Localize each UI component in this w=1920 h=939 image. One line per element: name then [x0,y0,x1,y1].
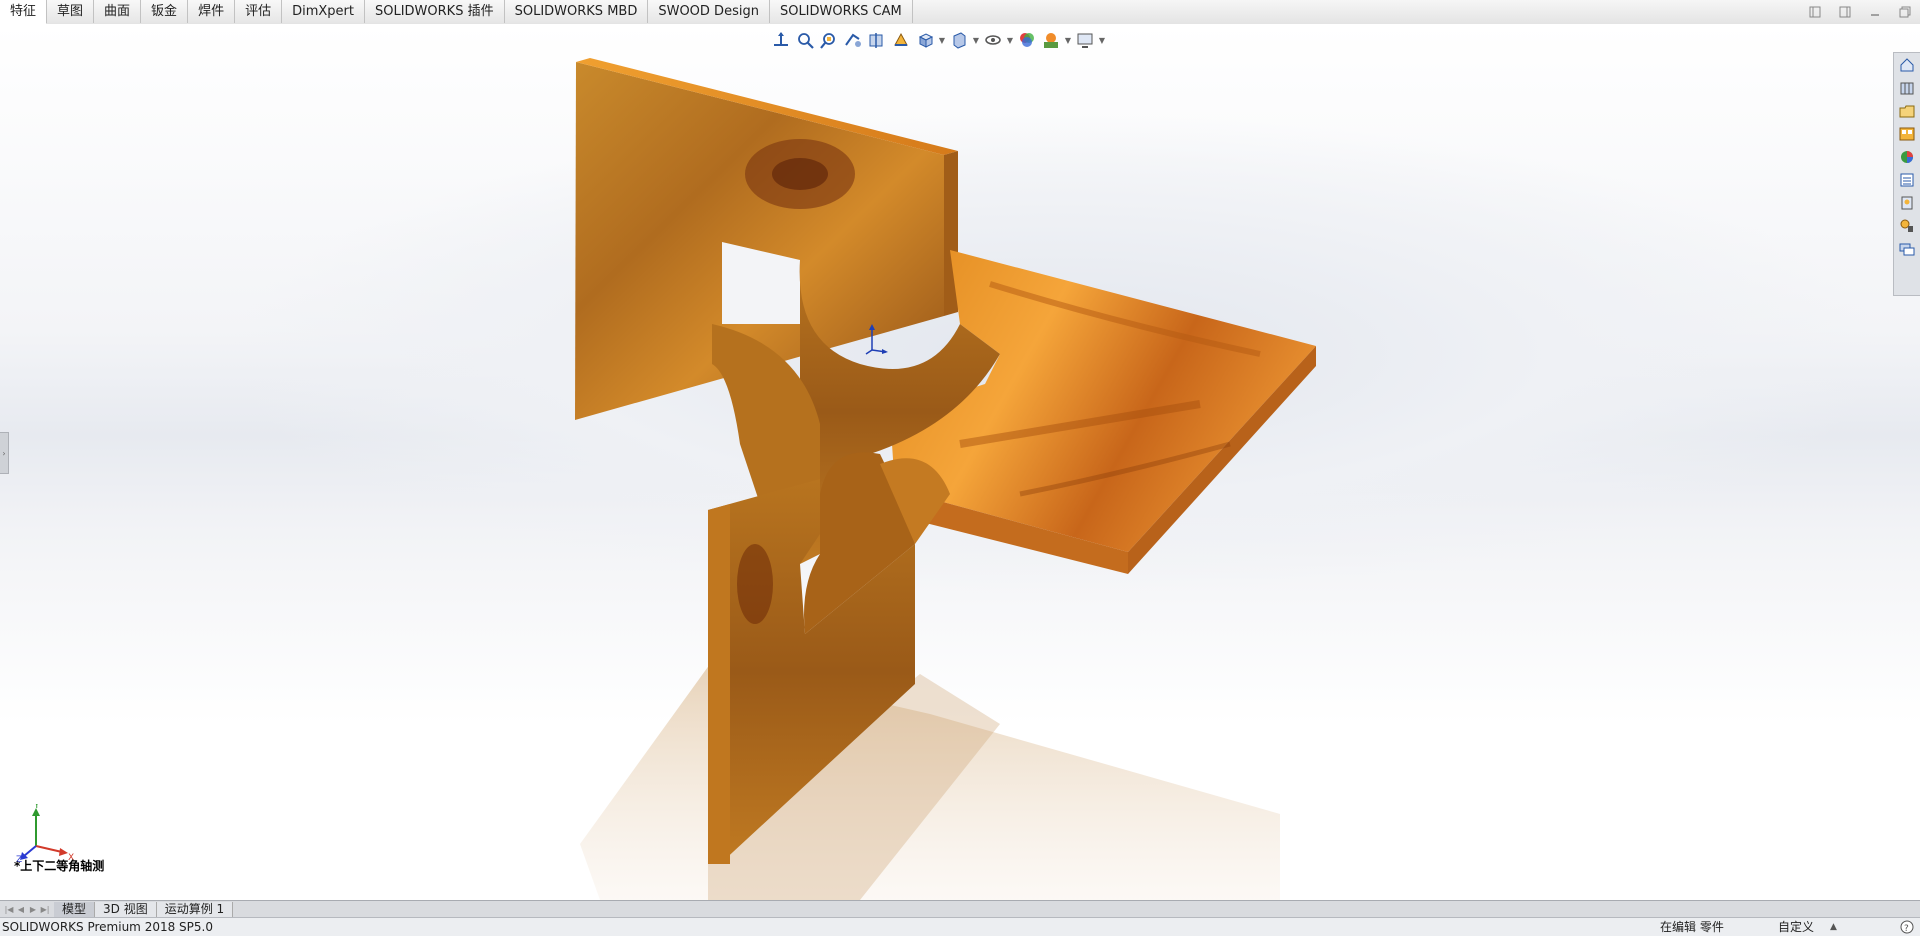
zoom-to-fit-icon[interactable] [794,29,816,51]
command-manager-tabbar: 特征 草图 曲面 钣金 焊件 评估 DimXpert SOLIDWORKS 插件… [0,0,1920,25]
previous-view-icon[interactable] [842,29,864,51]
status-bar: SOLIDWORKS Premium 2018 SP5.0 在编辑 零件 自定义… [0,917,1920,936]
view-settings-icon[interactable] [1074,29,1096,51]
wood-part-model[interactable] [0,24,1920,900]
window-controls [1800,0,1920,24]
tab-sketch[interactable]: 草图 [47,0,95,23]
minimize-icon[interactable] [1860,0,1890,24]
appearances-icon[interactable] [1897,147,1917,167]
3d-content-icon[interactable] [1897,216,1917,236]
edit-appearance-icon[interactable] [1016,29,1038,51]
product-version: SOLIDWORKS Premium 2018 SP5.0 [2,920,213,934]
hide-show-icon[interactable] [982,29,1004,51]
view-selector-icon[interactable] [890,29,912,51]
tab-scroll-arrows: |◀ ◀ ▶ ▶| [0,903,54,915]
prev-tab-icon[interactable]: ◀ [16,903,26,915]
tab-sheetmetal[interactable]: 钣金 [141,0,189,23]
apply-scene-icon[interactable] [1040,29,1062,51]
restore-icon[interactable] [1890,0,1920,24]
feature-manager-toggle[interactable]: › [0,432,9,474]
chat-icon[interactable] [1897,239,1917,259]
command-tabs: 特征 草图 曲面 钣金 焊件 评估 DimXpert SOLIDWORKS 插件… [0,0,913,24]
tab-mbd[interactable]: SOLIDWORKS MBD [504,0,649,23]
origin-icon [865,324,888,355]
svg-text:?: ? [1904,924,1909,934]
zoom-area-icon[interactable] [818,29,840,51]
tab-motion-study[interactable]: 运动算例 1 [156,901,234,917]
view-palette-icon[interactable] [1897,124,1917,144]
chevron-down-icon[interactable]: ▼ [1064,29,1072,51]
custom-properties-icon[interactable] [1897,170,1917,190]
tile-right-icon[interactable] [1830,0,1860,24]
tab-3d-views[interactable]: 3D 视图 [95,901,157,917]
tab-dimxpert[interactable]: DimXpert [282,0,365,23]
triad-y-label: Y [33,804,40,811]
section-view-icon[interactable] [866,29,888,51]
tab-swood[interactable]: SWOOD Design [648,0,770,23]
reference-triad: Y X Z [16,804,74,864]
view-orientation-label: *上下二等角轴测 [14,859,105,873]
last-tab-icon[interactable]: ▶| [40,903,50,915]
solidworks-forum-icon[interactable] [1897,193,1917,213]
file-explorer-icon[interactable] [1897,101,1917,121]
graphics-area[interactable]: ▼ ▼ ▼ ▼ ▼ › Y X Z [0,24,1920,900]
chevron-down-icon[interactable]: ▼ [1006,29,1014,51]
tab-addins[interactable]: SOLIDWORKS 插件 [364,0,505,23]
edit-status: 在编辑 零件 [1660,920,1724,934]
tab-weldments[interactable]: 焊件 [188,0,236,23]
view-orientation-cube-icon[interactable] [914,29,936,51]
view-orientation-icon[interactable] [770,29,792,51]
tab-surfaces[interactable]: 曲面 [94,0,142,23]
heads-up-view-toolbar: ▼ ▼ ▼ ▼ ▼ [770,28,1106,52]
first-tab-icon[interactable]: |◀ [4,903,14,915]
tab-features[interactable]: 特征 [0,0,48,24]
solidworks-resources-icon[interactable] [1897,55,1917,75]
tab-cam[interactable]: SOLIDWORKS CAM [769,0,913,23]
chevron-up-icon[interactable]: ▲ [1830,918,1837,936]
design-library-icon[interactable] [1897,78,1917,98]
display-style-icon[interactable] [948,29,970,51]
model-view-tabs: |◀ ◀ ▶ ▶| 模型 3D 视图 运动算例 1 [0,900,1920,917]
chevron-down-icon[interactable]: ▼ [972,29,980,51]
task-pane [1893,52,1920,296]
help-icon[interactable]: ? [1900,920,1914,939]
tab-evaluate[interactable]: 评估 [235,0,283,23]
tab-model[interactable]: 模型 [54,901,96,917]
next-tab-icon[interactable]: ▶ [28,903,38,915]
unit-system[interactable]: 自定义 [1778,918,1814,936]
tile-left-icon[interactable] [1800,0,1830,24]
chevron-down-icon[interactable]: ▼ [938,29,946,51]
chevron-down-icon[interactable]: ▼ [1098,29,1106,51]
